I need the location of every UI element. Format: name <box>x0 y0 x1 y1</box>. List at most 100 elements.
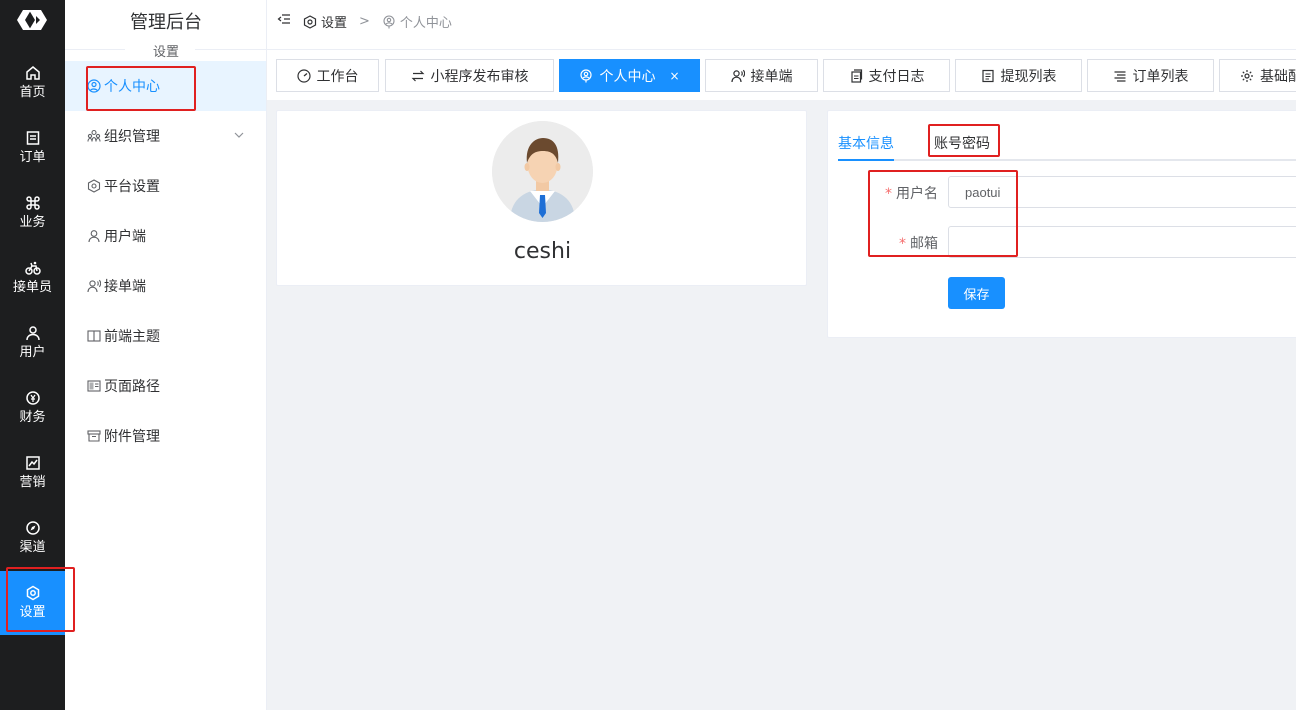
tab-label: 接单端 <box>750 68 793 85</box>
hexagon-settings-icon <box>87 179 101 193</box>
rail-label: 接单员 <box>12 280 52 295</box>
submenu-item-label: 组织管理 <box>104 129 160 145</box>
tab-label: 小程序发布审核 <box>430 68 529 85</box>
rail-item-finance[interactable]: 财务 <box>0 377 65 439</box>
archive-icon <box>87 430 101 442</box>
rail-label: 业务 <box>19 215 46 230</box>
close-icon[interactable]: × <box>669 69 679 83</box>
list-icon <box>981 69 994 82</box>
align-icon <box>1114 70 1125 82</box>
copy-icon <box>850 68 862 83</box>
tab-label: 工作台 <box>316 68 359 85</box>
layout-icon <box>87 380 101 392</box>
user-icon <box>25 326 40 341</box>
org-icon <box>87 129 101 142</box>
tab-account-password[interactable]: 账号密码 <box>934 133 990 153</box>
gear-icon <box>1241 69 1253 82</box>
menu-fold-icon[interactable] <box>277 12 291 26</box>
submenu-item-organization[interactable]: 组织管理 <box>65 111 266 161</box>
tab-label: 提现列表 <box>1000 68 1057 85</box>
main-nav-rail: 首页 订单 业务 接单员 用户 财务 营销 渠道 设置 <box>0 0 65 710</box>
username-input[interactable] <box>948 176 1296 208</box>
required-mark: * <box>885 186 892 202</box>
submenu-item-label: 接单端 <box>104 279 146 295</box>
submenu-item-label: 页面路径 <box>104 379 160 395</box>
chart-icon <box>25 456 40 470</box>
avatar-illustration <box>492 121 593 222</box>
email-label: * 邮箱 <box>899 233 938 253</box>
submenu-item-user-end[interactable]: 用户端 <box>65 211 266 261</box>
username-label-text: 用户名 <box>896 186 938 202</box>
rail-label: 设置 <box>19 605 46 620</box>
rail-item-business[interactable]: 业务 <box>0 182 65 244</box>
submenu-section-title: 设置 <box>152 45 179 60</box>
user-voice-icon <box>87 279 101 293</box>
required-mark: * <box>899 236 906 252</box>
tab-label: 订单列表 <box>1132 68 1189 85</box>
rail-label: 订单 <box>19 150 46 165</box>
compass-icon <box>25 521 40 535</box>
rail-item-home[interactable]: 首页 <box>0 52 65 114</box>
tab-personal-center[interactable]: 个人中心 × <box>559 59 700 92</box>
order-icon <box>26 131 39 145</box>
submenu-item-label: 附件管理 <box>104 429 160 445</box>
avatar[interactable] <box>492 121 593 222</box>
email-input[interactable] <box>948 226 1296 258</box>
form-tabs: 基本信息 账号密码 <box>838 125 1296 161</box>
profile-card: ceshi <box>276 110 807 286</box>
submenu-item-label: 前端主题 <box>104 329 160 345</box>
profile-username: ceshi <box>513 239 572 264</box>
rail-item-marketing[interactable]: 营销 <box>0 442 65 504</box>
tab-bar: 工作台 小程序发布审核 个人中心 × 接单端 支付日志 提现列表 订单列表 基础… <box>267 50 1296 100</box>
settings-icon <box>26 585 39 601</box>
account-form-card: 基本信息 账号密码 *用户名 *邮箱 保存 <box>827 110 1296 338</box>
tab-withdraw-list[interactable]: 提现列表 <box>955 59 1082 92</box>
bike-icon <box>24 261 41 275</box>
hexagon-settings-icon <box>303 14 317 29</box>
rail-label: 渠道 <box>19 540 46 555</box>
swap-icon <box>411 70 424 81</box>
user-location-icon <box>383 14 395 28</box>
rail-item-channels[interactable]: 渠道 <box>0 507 65 569</box>
chevron-down-icon[interactable] <box>234 130 244 140</box>
submenu-item-rider-end[interactable]: 接单端 <box>65 261 266 311</box>
breadcrumb: 设置 > 个人中心 <box>303 12 452 31</box>
submenu-item-page-paths[interactable]: 页面路径 <box>65 361 266 411</box>
tab-rider-end[interactable]: 接单端 <box>705 59 818 92</box>
home-icon <box>25 66 40 80</box>
username-label: * 用户名 <box>885 183 938 203</box>
tab-basic-config[interactable]: 基础配置 <box>1219 59 1296 92</box>
user-circle-icon <box>87 79 101 93</box>
tab-basic-info[interactable]: 基本信息 <box>838 133 894 153</box>
submenu-item-frontend-theme[interactable]: 前端主题 <box>65 311 266 361</box>
submenu-item-attachments[interactable]: 附件管理 <box>65 411 266 461</box>
tab-workbench[interactable]: 工作台 <box>276 59 379 92</box>
rail-item-orders[interactable]: 订单 <box>0 117 65 179</box>
book-icon <box>87 330 101 342</box>
breadcrumb-current: 个人中心 <box>399 16 452 31</box>
rail-item-settings[interactable]: 设置 <box>0 571 65 635</box>
tab-label: 支付日志 <box>868 68 925 85</box>
breadcrumb-parent[interactable]: 设置 <box>321 12 347 31</box>
tab-order-list[interactable]: 订单列表 <box>1087 59 1214 92</box>
rail-label: 财务 <box>19 410 46 425</box>
app-logo-icon[interactable] <box>17 10 47 30</box>
rail-item-riders[interactable]: 接单员 <box>0 247 65 309</box>
command-icon <box>25 196 40 210</box>
submenu-item-label: 用户端 <box>104 229 146 245</box>
save-button[interactable]: 保存 <box>948 277 1005 309</box>
username-row: * 用户名 <box>828 176 1296 208</box>
tab-payment-log[interactable]: 支付日志 <box>823 59 950 92</box>
user-icon <box>88 230 100 243</box>
tab-label: 基础配置 <box>1260 68 1296 85</box>
breadcrumb-separator: > <box>359 14 370 29</box>
submenu-item-label: 个人中心 <box>104 79 160 95</box>
active-tab-indicator <box>838 159 894 161</box>
submenu-item-platform-settings[interactable]: 平台设置 <box>65 161 266 211</box>
tab-mini-program-review[interactable]: 小程序发布审核 <box>385 59 554 92</box>
rail-item-users[interactable]: 用户 <box>0 312 65 374</box>
tab-label: 个人中心 <box>599 68 656 85</box>
submenu-item-personal-center[interactable]: 个人中心 <box>65 61 266 111</box>
rail-label: 营销 <box>19 475 46 490</box>
submenu-item-label: 平台设置 <box>104 179 160 195</box>
